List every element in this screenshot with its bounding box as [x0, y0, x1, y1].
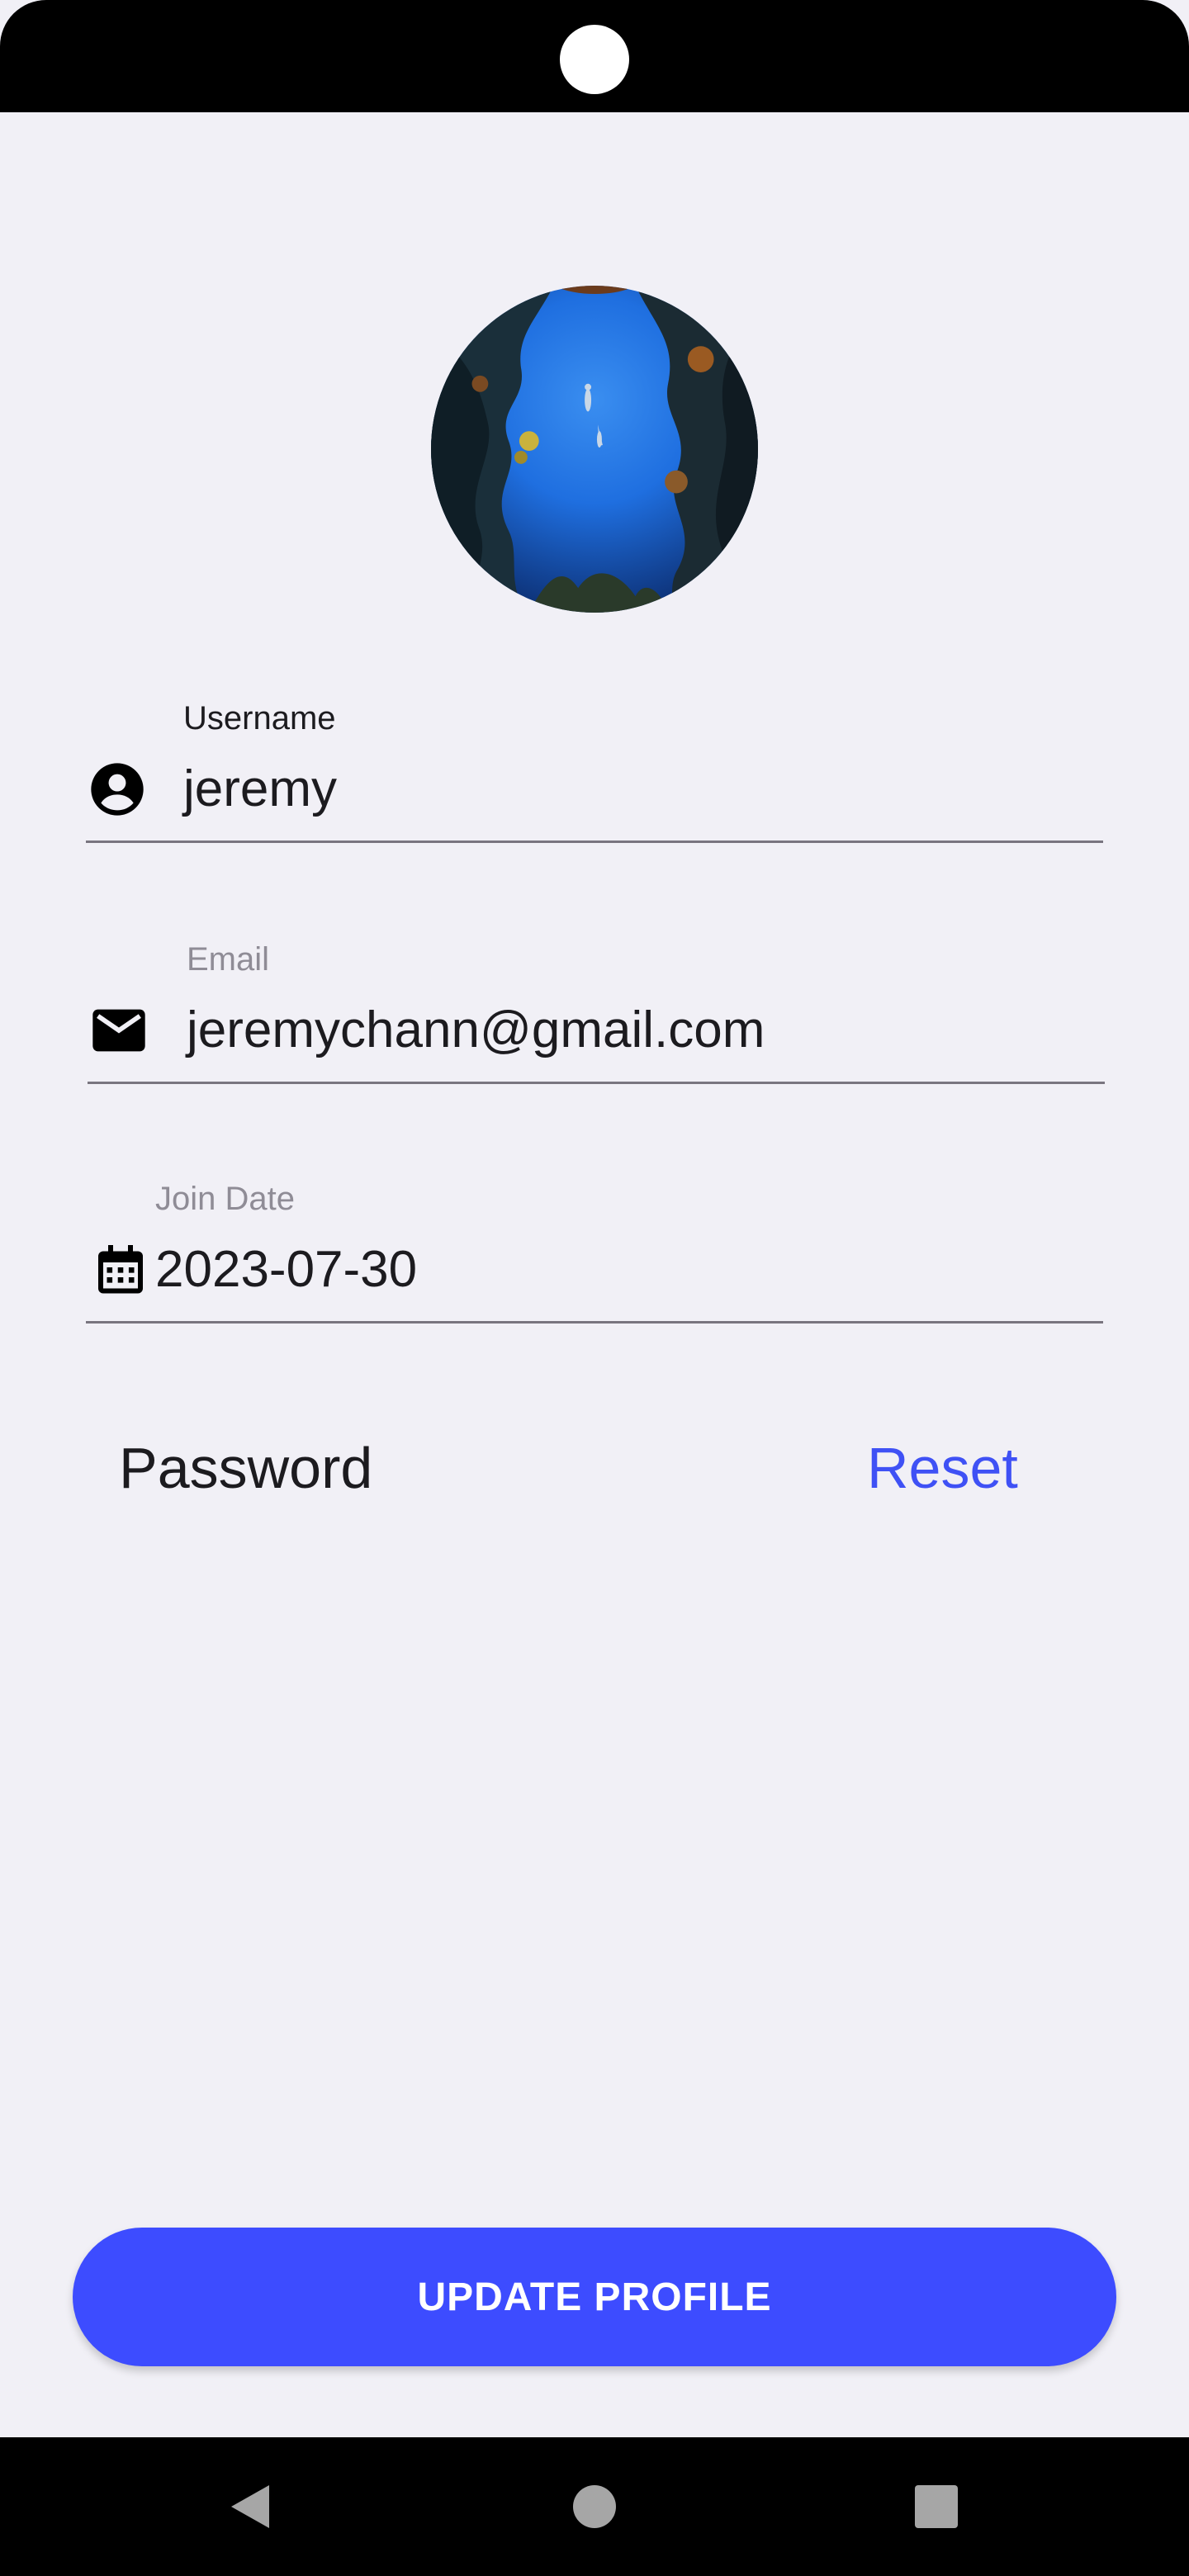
- email-input[interactable]: jeremychann@gmail.com: [187, 999, 765, 1062]
- account-circle-icon: [86, 758, 149, 821]
- mail-icon: [88, 999, 150, 1062]
- join-date-label: Join Date: [155, 1181, 295, 1217]
- navigation-bar: [0, 2437, 1189, 2576]
- phone-screen: Username jeremy Email jeremychann@gmail.: [0, 0, 1189, 2576]
- join-date-field[interactable]: Join Date 2023-07-30: [86, 1179, 1103, 1324]
- reset-password-link[interactable]: Reset: [867, 1433, 1018, 1503]
- status-bar: [0, 0, 1189, 112]
- email-label: Email: [187, 941, 270, 978]
- profile-photo-image: [431, 286, 758, 613]
- username-label: Username: [183, 700, 336, 736]
- join-date-input[interactable]: 2023-07-30: [155, 1238, 417, 1301]
- username-field[interactable]: Username jeremy: [86, 698, 1103, 843]
- profile-screen: Username jeremy Email jeremychann@gmail.: [0, 112, 1189, 2437]
- email-field[interactable]: Email jeremychann@gmail.com: [88, 940, 1105, 1084]
- home-circle-icon[interactable]: [553, 2465, 636, 2548]
- username-underline: [86, 841, 1103, 843]
- password-label: Password: [119, 1436, 373, 1500]
- recents-square-icon[interactable]: [895, 2465, 978, 2548]
- profile-avatar[interactable]: [431, 286, 758, 613]
- join-date-underline: [86, 1321, 1103, 1324]
- calendar-icon: [91, 1238, 150, 1301]
- camera-cutout: [560, 25, 629, 94]
- email-underline: [88, 1082, 1105, 1084]
- username-input[interactable]: jeremy: [183, 758, 337, 821]
- update-profile-button[interactable]: UPDATE PROFILE: [73, 2228, 1116, 2366]
- back-triangle-icon[interactable]: [208, 2465, 291, 2548]
